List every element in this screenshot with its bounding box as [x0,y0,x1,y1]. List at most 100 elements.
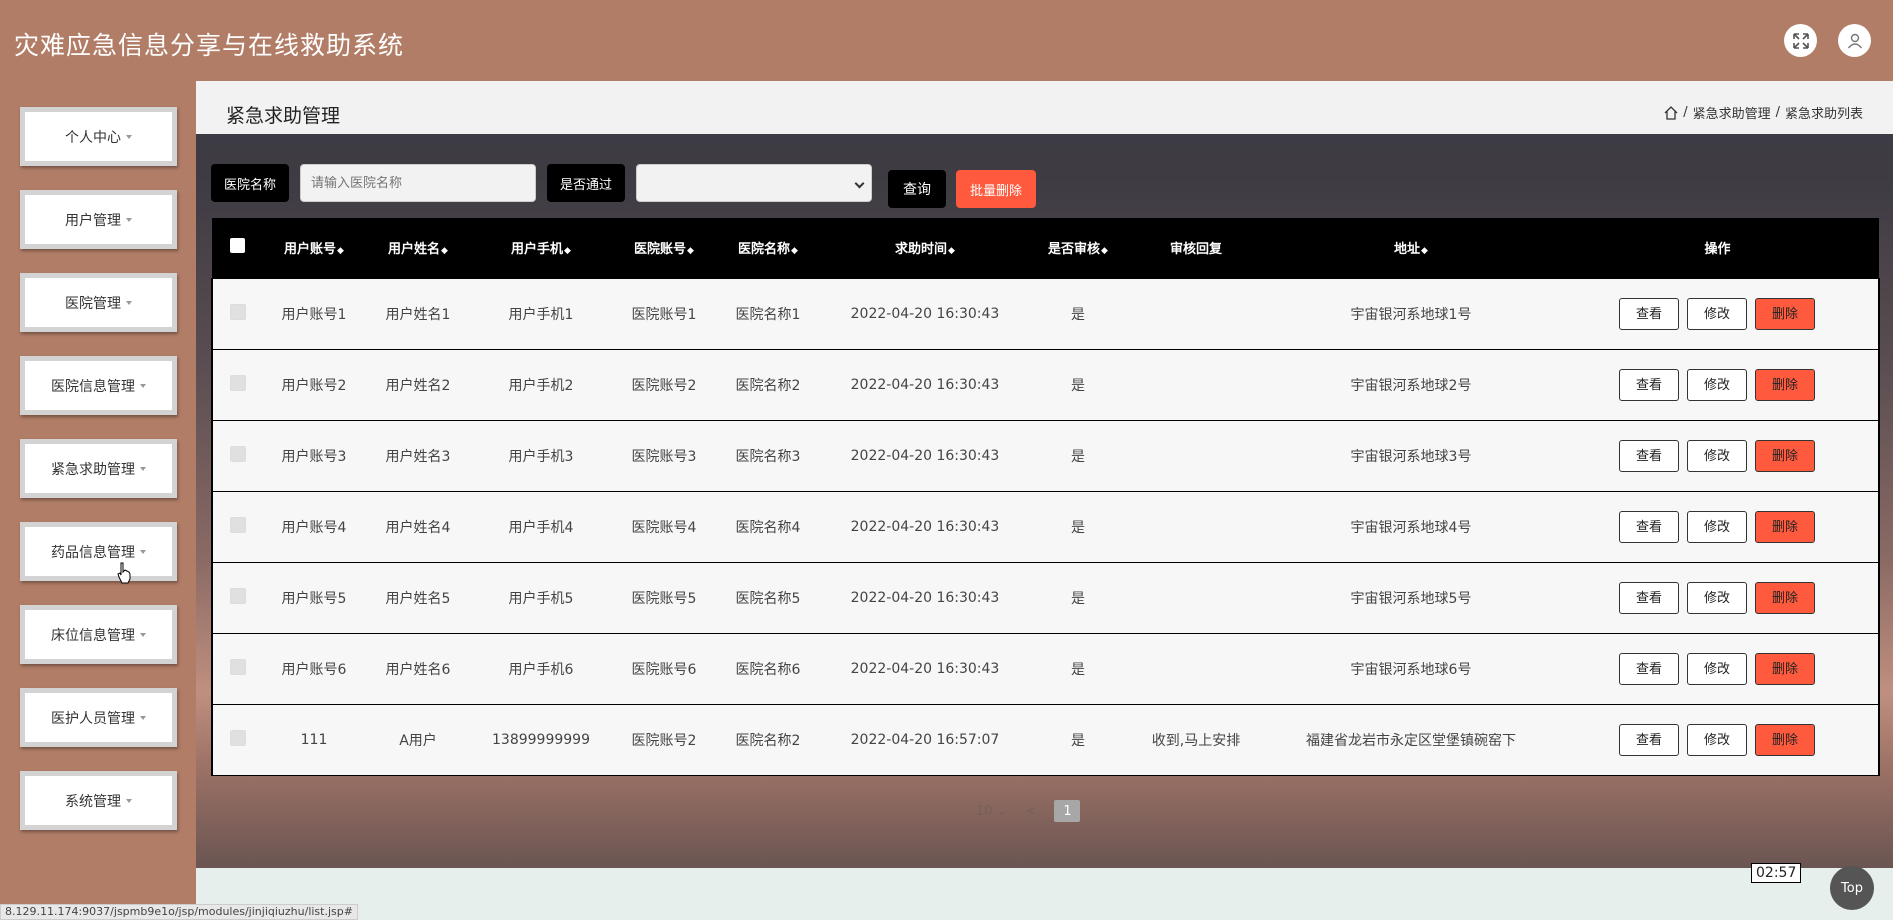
sidebar-item-personal-center[interactable]: 个人中心 [20,107,177,166]
delete-button[interactable]: 删除 [1755,439,1815,472]
caret-down-icon [126,134,132,139]
cell-actions: 查看 修改 删除 [1556,633,1880,704]
cell-address: 宇宙银河系地球1号 [1350,306,1472,323]
hospital-name-input[interactable] [300,164,536,202]
caret-down-icon [126,217,132,222]
current-page-button[interactable]: 1 [1054,800,1081,822]
cell-time: 2022-04-20 16:30:43 [850,589,1000,606]
batch-delete-button[interactable]: 批量删除 [956,170,1036,208]
emergency-help-table: 用户账号◆ 用户姓名◆ 用户手机◆ 医院账号◆ 医院名称◆ 求助时间◆ 是否审核… [211,218,1880,776]
sidebar-item-label: 系统管理 [65,793,121,810]
table-row: 用户账号2 用户姓名2 用户手机2 医院账号2 医院名称2 2022-04-20… [211,349,1880,420]
view-button[interactable]: 查看 [1619,368,1679,401]
prev-page-icon[interactable]: < [1026,804,1037,819]
sort-icon: ◆ [564,246,571,257]
caret-down-icon [126,300,132,305]
cell-name: 用户姓名2 [385,377,451,394]
edit-button[interactable]: 修改 [1687,368,1747,401]
cell-name: 用户姓名3 [385,448,451,465]
table-row: 用户账号6 用户姓名6 用户手机6 医院账号6 医院名称6 2022-04-20… [211,633,1880,704]
view-button[interactable]: 查看 [1619,723,1679,756]
page-size-select[interactable]: 10 ⌄ [976,804,1008,819]
delete-button[interactable]: 删除 [1755,581,1815,614]
sidebar-item-emergency-help-management[interactable]: 紧急求助管理 [20,439,177,498]
column-header[interactable]: 用户手机◆ [470,218,612,278]
edit-button[interactable]: 修改 [1687,581,1747,614]
sidebar-item-medicine-info-management[interactable]: 药品信息管理 [20,522,177,581]
cell-time: 2022-04-20 16:30:43 [850,447,1000,464]
home-icon[interactable] [1664,105,1678,120]
table-row: 用户账号5 用户姓名5 用户手机5 医院账号5 医院名称5 2022-04-20… [211,562,1880,633]
cell-actions: 查看 修改 删除 [1556,704,1880,775]
query-button[interactable]: 查询 [888,170,946,208]
delete-button[interactable]: 删除 [1755,368,1815,401]
sidebar-item-label: 紧急求助管理 [51,461,135,478]
fullscreen-icon[interactable] [1784,24,1817,57]
cell-reply [1126,633,1266,704]
row-checkbox[interactable] [211,633,262,704]
delete-button[interactable]: 删除 [1755,297,1815,330]
approved-select[interactable] [636,164,872,202]
breadcrumb-item[interactable]: 紧急求助管理 [1693,103,1771,122]
cell-name: 用户姓名4 [385,519,451,536]
cell-audited: 是 [1071,306,1085,323]
cell-hospital-account: 医院账号5 [631,590,697,607]
row-checkbox[interactable] [211,562,262,633]
sidebar-item-hospital-management[interactable]: 医院管理 [20,273,177,332]
column-header[interactable]: 用户账号◆ [262,218,366,278]
column-header: 操作 [1704,242,1731,258]
column-header[interactable]: 是否审核◆ [1030,218,1126,278]
sidebar-item-medical-staff-management[interactable]: 医护人员管理 [20,688,177,747]
row-checkbox[interactable] [211,420,262,491]
select-all-checkbox[interactable] [212,218,262,278]
user-icon[interactable] [1838,24,1871,57]
sidebar-item-system-management[interactable]: 系统管理 [20,771,177,830]
view-button[interactable]: 查看 [1619,581,1679,614]
row-checkbox[interactable] [211,491,262,562]
cell-account: 用户账号1 [281,306,347,323]
cell-address: 宇宙银河系地球2号 [1350,377,1472,394]
column-header[interactable]: 医院名称◆ [716,218,820,278]
cell-name: 用户姓名6 [385,661,451,678]
cell-name: 用户姓名5 [385,590,451,607]
edit-button[interactable]: 修改 [1687,723,1747,756]
cell-reply [1126,562,1266,633]
delete-button[interactable]: 删除 [1755,723,1815,756]
edit-button[interactable]: 修改 [1687,652,1747,685]
top-bar: 灾难应急信息分享与在线救助系统 [0,0,1893,81]
sidebar-item-hospital-info-management[interactable]: 医院信息管理 [20,356,177,415]
column-header[interactable]: 求助时间◆ [820,218,1030,278]
cell-hospital-name: 医院名称3 [735,448,801,465]
column-header[interactable]: 医院账号◆ [612,218,716,278]
row-checkbox[interactable] [211,349,262,420]
column-header[interactable]: 用户姓名◆ [366,218,470,278]
cell-hospital-account: 医院账号6 [631,661,697,678]
delete-button[interactable]: 删除 [1755,510,1815,543]
view-button[interactable]: 查看 [1619,510,1679,543]
sidebar-item-bed-info-management[interactable]: 床位信息管理 [20,605,177,664]
app-title: 灾难应急信息分享与在线救助系统 [14,31,405,60]
cell-hospital-name: 医院名称2 [735,732,801,749]
caret-down-icon [140,549,146,554]
caret-down-icon [126,798,132,803]
edit-button[interactable]: 修改 [1687,297,1747,330]
view-button[interactable]: 查看 [1619,297,1679,330]
sidebar-item-user-management[interactable]: 用户管理 [20,190,177,249]
cell-name: A用户 [399,732,437,749]
row-checkbox[interactable] [211,704,262,775]
column-header[interactable]: 地址◆ [1266,218,1556,278]
back-to-top-button[interactable]: Top [1830,866,1874,910]
edit-button[interactable]: 修改 [1687,510,1747,543]
table-row: 111 A用户 13899999999 医院账号2 医院名称2 2022-04-… [211,704,1880,775]
view-button[interactable]: 查看 [1619,652,1679,685]
edit-button[interactable]: 修改 [1687,439,1747,472]
view-button[interactable]: 查看 [1619,439,1679,472]
delete-button[interactable]: 删除 [1755,652,1815,685]
sidebar-item-label: 药品信息管理 [51,544,135,561]
sort-icon: ◆ [441,246,448,257]
content-header: 紧急求助管理 / 紧急求助管理 / 紧急求助列表 [196,81,1893,134]
page-title: 紧急求助管理 [226,105,341,127]
pagination: 10 ⌄ < 1 [976,800,1081,822]
row-checkbox[interactable] [211,278,262,349]
cell-account: 用户账号4 [281,519,347,536]
